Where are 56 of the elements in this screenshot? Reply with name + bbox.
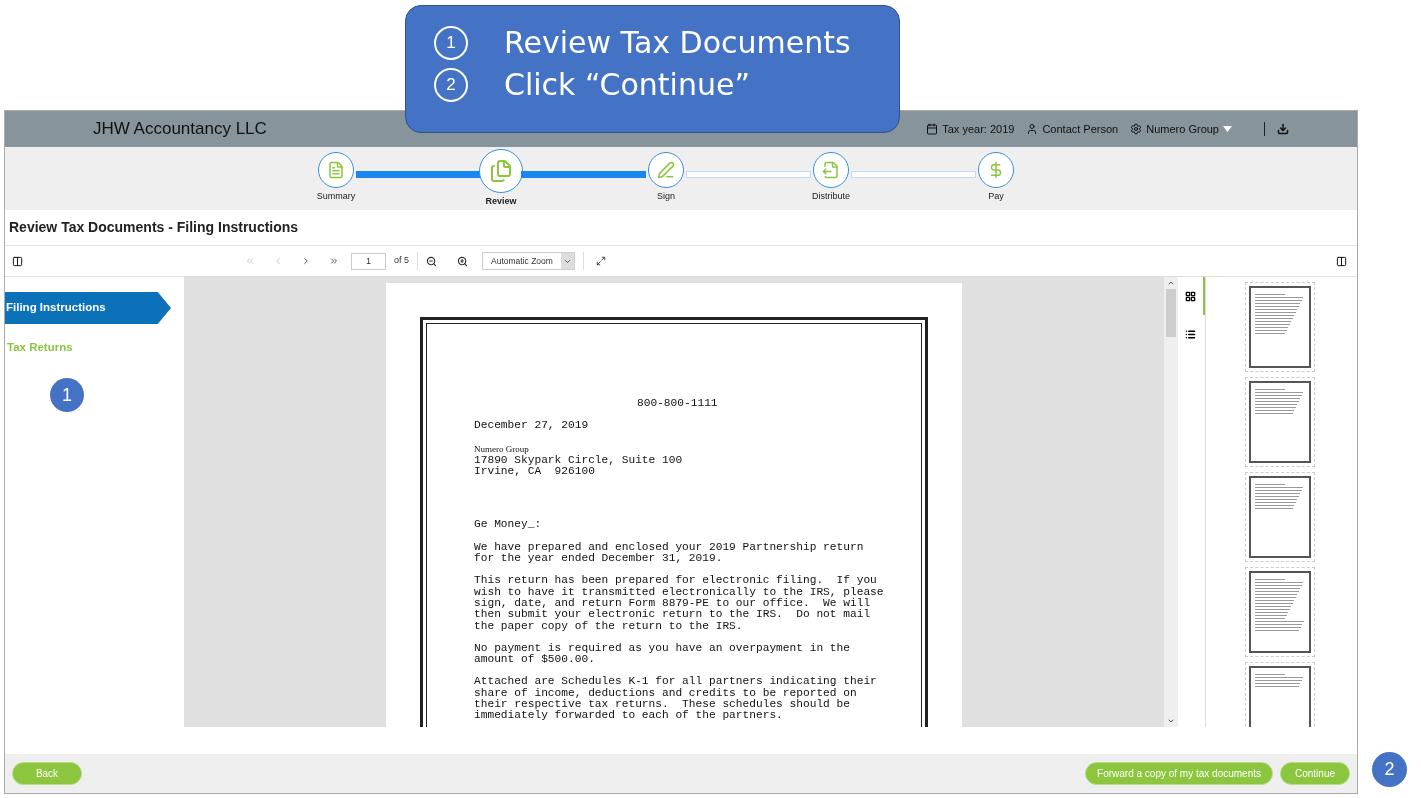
page-nav-icon[interactable] bbox=[301, 256, 311, 266]
zoom-select[interactable]: Automatic Zoom bbox=[482, 252, 575, 270]
page-count: of 5 bbox=[394, 254, 409, 268]
document-paragraph: 17890 Skypark Circle, Suite 100 Irvine, CA 926100 bbox=[474, 454, 684, 478]
settings-icon bbox=[1130, 123, 1143, 135]
contact-link[interactable]: Contact Person bbox=[1042, 120, 1119, 138]
step-label: Summary bbox=[316, 190, 356, 203]
document-paragraph: This return has been prepared for electronic filing. If you wish to have it transmitted electronically to the IRS, please sign, date, and return Form 8879-PE to our office. We will then submit your electronic return to the IRS. Do not mail the paper copy of the return to the IRS. bbox=[474, 575, 885, 632]
page-thumbnail[interactable] bbox=[1248, 666, 1311, 727]
document-paragraph: December 27, 2019 bbox=[474, 420, 590, 432]
document-paragraph: Numero Group bbox=[474, 443, 529, 454]
sidebar-toggle-icon[interactable] bbox=[12, 255, 23, 267]
step-label: Pay bbox=[988, 190, 1004, 203]
document-paragraph: Attached are Schedules K-1 for all partners indicating their share of income, deductions and credits to be reported on their respective tax returns. These schedules should be immediately forwarded to each of the partners. bbox=[474, 676, 878, 722]
step-label: Review bbox=[485, 195, 517, 208]
document-paragraph: 800-800-1111 bbox=[636, 398, 719, 410]
callout-text: Click “Continue” bbox=[504, 68, 750, 102]
fullscreen-icon[interactable] bbox=[595, 256, 606, 266]
brand-name: JHW Accountancy LLC bbox=[93, 118, 267, 141]
caret-icon[interactable] bbox=[1223, 126, 1232, 132]
scrollbar-thumb[interactable] bbox=[1166, 289, 1176, 337]
list-icon bbox=[1185, 328, 1196, 340]
callout-text: Review Tax Documents bbox=[504, 26, 851, 60]
chevron-up-icon[interactable] bbox=[1167, 279, 1175, 287]
page-nav-icon[interactable] bbox=[329, 256, 339, 266]
page-number-field[interactable]: 1 bbox=[351, 252, 386, 270]
zoom-in-icon[interactable] bbox=[457, 255, 468, 267]
download-icon[interactable] bbox=[1277, 123, 1289, 135]
group-menu[interactable]: Numero Group bbox=[1146, 120, 1219, 138]
document-paragraph: Ge Money_: bbox=[474, 519, 543, 531]
sidebar-item[interactable]: Filing Instructions bbox=[5, 292, 171, 324]
grid-icon bbox=[1185, 290, 1196, 302]
page-thumbnail[interactable] bbox=[1248, 286, 1311, 368]
page-thumbnail[interactable] bbox=[1248, 476, 1311, 558]
page-thumbnail[interactable] bbox=[1248, 381, 1311, 463]
chevron-down-icon[interactable] bbox=[1167, 717, 1175, 725]
step-icon bbox=[327, 161, 345, 179]
page-thumbnail[interactable] bbox=[1248, 571, 1311, 653]
step-badge: 1 bbox=[50, 378, 84, 412]
step-icon bbox=[489, 159, 513, 183]
calendar-icon bbox=[926, 123, 939, 135]
step-label: Sign bbox=[657, 190, 675, 203]
document-paragraph: No payment is required as you have an overpayment in the amount of $500.00. bbox=[474, 642, 851, 666]
step-number: 2 bbox=[434, 68, 468, 102]
tax-year: Tax year: 2019 bbox=[942, 121, 1015, 137]
step-icon bbox=[822, 161, 840, 179]
step-badge: 2 bbox=[1372, 752, 1407, 787]
page-title: Review Tax Documents - Filing Instructions bbox=[9, 218, 299, 237]
step-number: 1 bbox=[434, 26, 468, 60]
panel-toggle-icon[interactable] bbox=[1336, 255, 1347, 267]
user-icon bbox=[1026, 123, 1039, 135]
scrollbar[interactable] bbox=[1164, 277, 1178, 727]
step-icon bbox=[657, 161, 675, 179]
zoom-out-icon[interactable] bbox=[426, 255, 437, 267]
step-label: Distribute bbox=[812, 190, 850, 203]
document-paragraph: We have prepared and enclosed your 2019 Partnership return for the year ended December 31, 2019. bbox=[474, 541, 865, 565]
